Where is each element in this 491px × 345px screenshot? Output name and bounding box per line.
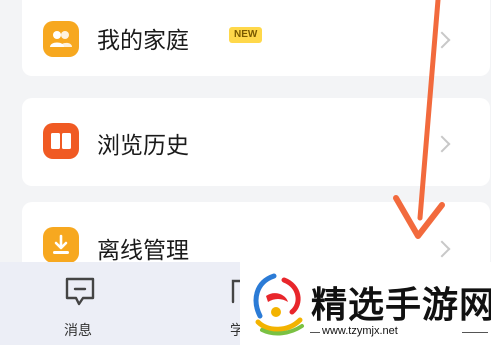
tab-messages[interactable]: 消息 [50, 272, 110, 342]
message-icon [65, 277, 95, 306]
divider [310, 332, 320, 333]
divider [462, 332, 488, 333]
tab-label: 消息 [64, 323, 92, 339]
watermark-logo-icon [253, 273, 304, 336]
watermark-title: 精选手游网 [311, 285, 491, 326]
watermark-url: www.tzymjx.net [322, 325, 398, 337]
watermark: 精选手游网 www.tzymjx.net [240, 262, 491, 345]
